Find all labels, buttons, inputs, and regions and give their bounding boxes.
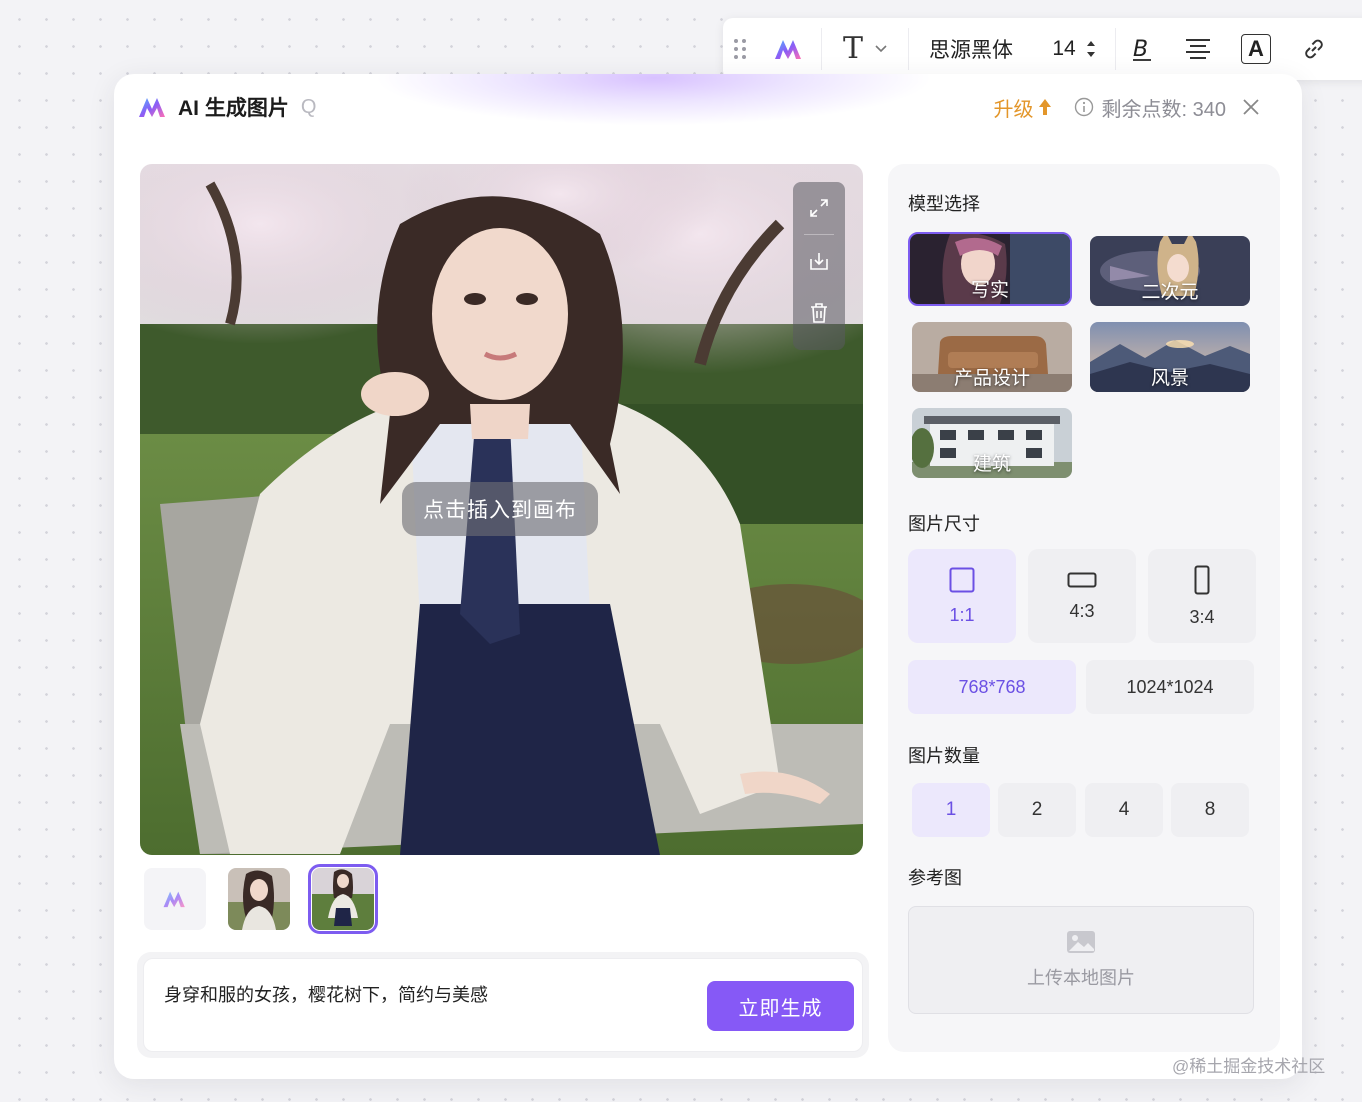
model-label: 二次元 (1141, 282, 1199, 303)
landscape-ratio-icon (1067, 572, 1097, 587)
dialog-header: AI 生成图片 Q (138, 92, 316, 122)
title-suffix: Q (300, 95, 317, 118)
ratio-label: 4:3 (1069, 600, 1095, 621)
model-section-label: 模型选择 (908, 194, 980, 214)
square-ratio-icon (949, 567, 975, 592)
upload-reference-button[interactable]: 上传本地图片 (908, 906, 1254, 1014)
points-info: 剩余点数: 340 (1074, 93, 1226, 122)
count-option-1[interactable]: 1 (912, 783, 990, 837)
model-option-anime[interactable]: 二次元 (1090, 236, 1250, 306)
link-button[interactable] (1284, 18, 1344, 80)
count-option-4[interactable]: 4 (1085, 783, 1163, 837)
ai-logo-icon (163, 891, 185, 908)
ratio-option-3-4[interactable]: 3:4 (1148, 549, 1256, 643)
prompt-text: 身穿和服的女孩，樱花树下，简约与美感 (164, 985, 488, 1005)
font-size-stepper[interactable]: 14 (1033, 18, 1115, 80)
trash-icon (811, 303, 827, 323)
generated-image[interactable]: 点击插入到画布 (140, 164, 863, 855)
ratio-label: 1:1 (949, 604, 975, 625)
header-actions: 升级 剩余点数: 340 (994, 92, 1260, 122)
bold-button[interactable]: B (1116, 18, 1168, 80)
svg-text:B: B (1133, 37, 1148, 62)
upgrade-link[interactable]: 升级 (994, 93, 1052, 122)
download-button[interactable] (793, 235, 845, 287)
model-label: 产品设计 (953, 368, 1030, 389)
align-button[interactable] (1168, 18, 1228, 80)
ai-logo-icon (139, 98, 165, 117)
model-label: 写实 (970, 280, 1009, 301)
fullscreen-button[interactable] (793, 182, 845, 234)
ai-logo-button[interactable] (757, 18, 821, 80)
prompt-area: 身穿和服的女孩，樱花树下，简约与美感 立即生成 (137, 952, 869, 1058)
thumbnail-strip (144, 864, 378, 934)
thumbnail-image[interactable] (228, 868, 290, 930)
ai-logo-icon (775, 40, 801, 59)
resolution-option-768[interactable]: 768*768 (908, 660, 1076, 714)
expand-icon (810, 199, 828, 217)
close-button[interactable] (1242, 98, 1260, 116)
insert-to-canvas-button[interactable]: 点击插入到画布 (402, 482, 598, 536)
link-icon (1305, 39, 1323, 59)
size-section-label: 图片尺寸 (908, 514, 980, 534)
image-icon (1067, 931, 1095, 953)
upgrade-arrow-icon (1038, 99, 1051, 115)
align-center-icon (1186, 39, 1210, 59)
font-family-select[interactable]: 思源黑体 (909, 18, 1033, 80)
chevron-down-icon (875, 45, 887, 53)
upgrade-label: 升级 (993, 98, 1034, 121)
text-color-icon: A (1241, 34, 1271, 64)
ratio-option-1-1[interactable]: 1:1 (908, 549, 1016, 643)
settings-panel: 模型选择 写实 二次元 产品设计 风景 建筑 图片尺寸 1:1 4:3 3:4 … (888, 164, 1280, 1052)
thumbnail-placeholder[interactable] (144, 868, 206, 930)
model-option-product[interactable]: 产品设计 (912, 322, 1072, 392)
count-section-label: 图片数量 (908, 746, 980, 766)
count-option-8[interactable]: 8 (1171, 783, 1249, 837)
model-option-architecture[interactable]: 建筑 (912, 408, 1072, 478)
thumbnail-image-selected[interactable] (308, 864, 378, 934)
stepper-arrows-icon[interactable] (1086, 40, 1096, 58)
text-style-dropdown[interactable]: T (822, 18, 908, 80)
text-icon: T (842, 31, 863, 66)
model-label: 建筑 (972, 454, 1011, 475)
font-family-value: 思源黑体 (929, 39, 1013, 62)
portrait-ratio-icon (1194, 565, 1210, 594)
bold-icon: B (1133, 37, 1151, 62)
delete-button[interactable] (793, 287, 845, 339)
font-size-value: 14 (1052, 37, 1076, 60)
generate-button[interactable]: 立即生成 (707, 981, 854, 1031)
info-icon (1074, 97, 1093, 117)
text-color-button[interactable]: A (1228, 18, 1284, 80)
prompt-input[interactable]: 身穿和服的女孩，樱花树下，简约与美感 立即生成 (143, 958, 863, 1052)
download-icon (810, 253, 828, 270)
header-glow (374, 74, 934, 126)
close-icon (1243, 99, 1259, 115)
ratio-label: 3:4 (1189, 606, 1215, 627)
grip-icon (734, 39, 746, 59)
dialog-title: AI 生成图片 (178, 97, 289, 120)
ai-image-dialog: AI 生成图片 Q 升级 剩余点数: 340 点击插入到画布 身穿和服的女孩，樱… (114, 74, 1302, 1079)
text-format-toolbar: T 思源黑体 14 B A (723, 18, 1362, 80)
points-label: 剩余点数: 340 (1101, 98, 1226, 121)
reference-section-label: 参考图 (908, 868, 962, 888)
ratio-option-4-3[interactable]: 4:3 (1028, 549, 1136, 643)
model-label: 风景 (1150, 368, 1189, 389)
resolution-option-1024[interactable]: 1024*1024 (1086, 660, 1254, 714)
count-option-2[interactable]: 2 (998, 783, 1076, 837)
model-option-landscape[interactable]: 风景 (1090, 322, 1250, 392)
image-tools (793, 182, 845, 350)
drag-handle[interactable] (723, 18, 757, 80)
model-option-realistic[interactable]: 写实 (908, 232, 1072, 306)
watermark: @稀土掘金技术社区 (1172, 1057, 1326, 1076)
upload-label: 上传本地图片 (1027, 968, 1135, 988)
